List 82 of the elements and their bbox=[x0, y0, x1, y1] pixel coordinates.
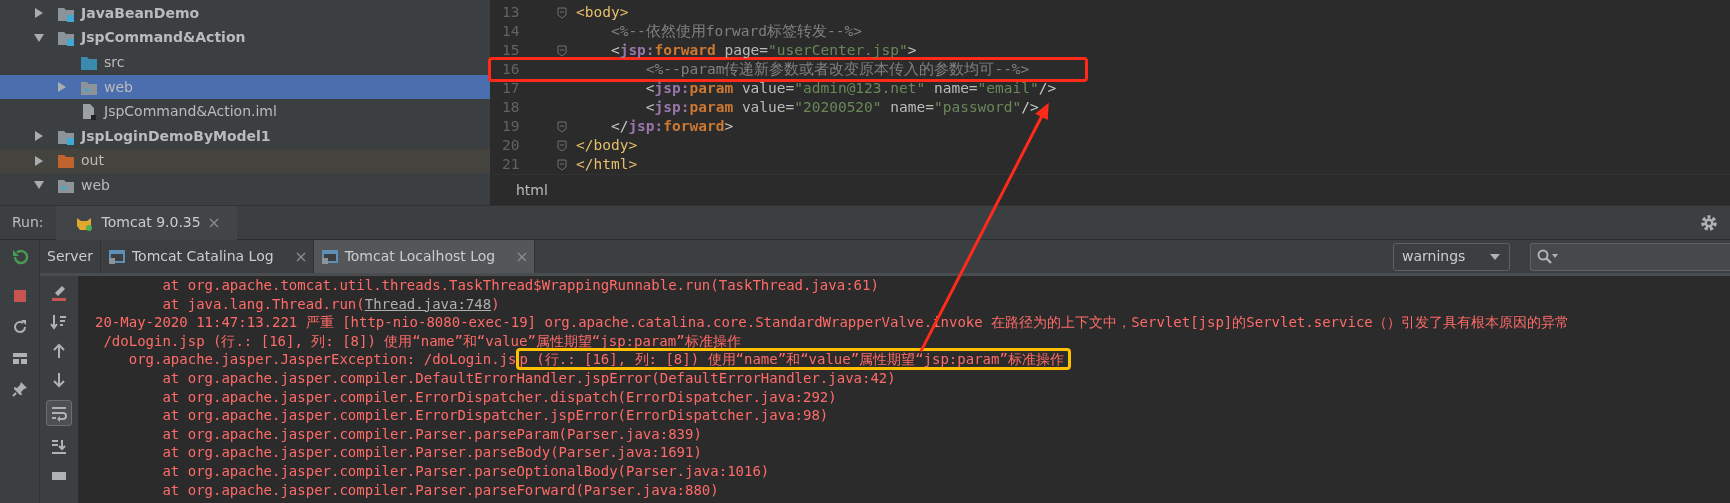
tree-label: JavaBeanDemo bbox=[81, 3, 200, 23]
tree-row[interactable]: JspCommand&Action bbox=[0, 25, 490, 51]
log-icon bbox=[107, 248, 126, 265]
tree-row[interactable]: out bbox=[0, 148, 490, 174]
highlighted-text: p (行.: [16], 列: [8]) 使用“name”和“value”属性期望“jsp:param”标准操作 bbox=[516, 348, 1071, 371]
brush-icon[interactable] bbox=[50, 284, 68, 302]
fold-icon[interactable] bbox=[556, 6, 568, 19]
line-number: 13 bbox=[501, 2, 521, 22]
tree-label: web bbox=[104, 77, 133, 97]
soft-wrap-toggle[interactable] bbox=[46, 400, 72, 426]
code-line: </body> bbox=[576, 135, 638, 155]
run-tab[interactable]: Tomcat 9.0.35 bbox=[55, 205, 237, 240]
tree-label: web bbox=[81, 175, 110, 195]
pin-icon[interactable] bbox=[10, 380, 29, 398]
wrap-icon bbox=[50, 404, 68, 422]
log-line: at org.apache.jasper.compiler.Parser.parseForward(Parser.java:880) bbox=[161, 480, 720, 500]
rerun-icon[interactable] bbox=[10, 248, 29, 266]
tree-row[interactable]: src bbox=[0, 50, 490, 75]
tree-label: JspCommand&Action bbox=[81, 28, 246, 48]
filter-dropdown[interactable]: warnings bbox=[1393, 242, 1510, 271]
line-number: 20 bbox=[501, 135, 521, 155]
line-number: 14 bbox=[501, 21, 521, 41]
line-number: 16 bbox=[501, 59, 521, 79]
code-line: <jsp:forward page="userCenter.jsp"> bbox=[609, 40, 917, 60]
tree-label: src bbox=[104, 53, 125, 72]
line-number: 18 bbox=[501, 97, 521, 117]
folder-icon bbox=[81, 54, 98, 71]
tree-row[interactable]: JspLoginDemoByModel1 bbox=[0, 123, 490, 149]
log-line: at org.apache.jasper.compiler.Parser.parseOptionalBody(Parser.java:1016) bbox=[161, 461, 771, 481]
log-line: at org.apache.jasper.compiler.Parser.parseParam(Parser.java:839) bbox=[161, 424, 703, 444]
line-number: 15 bbox=[501, 40, 521, 60]
log-line: at org.apache.jasper.compiler.DefaultErrorHandler.jspError(DefaultErrorHandler.java:42) bbox=[161, 368, 897, 388]
fold-icon[interactable] bbox=[556, 44, 568, 57]
line-number: 19 bbox=[501, 116, 521, 136]
tree-row[interactable]: web bbox=[0, 173, 490, 198]
log-icon bbox=[320, 248, 339, 265]
log-line: at org.apache.jasper.compiler.Parser.parseBody(Parser.java:1691) bbox=[161, 443, 703, 462]
log-line: at org.apache.jasper.compiler.ErrorDispatcher.jspError(ErrorDispatcher.java:98) bbox=[161, 406, 830, 425]
code-line: <%--依然使用forward标签转发--%> bbox=[609, 21, 862, 41]
breadcrumb[interactable]: html bbox=[516, 179, 548, 201]
log-tab[interactable]: Tomcat Catalina Log bbox=[100, 240, 314, 273]
search-icon bbox=[1537, 248, 1559, 265]
code-line: <jsp:param value="20200520" name="password"/> bbox=[644, 97, 1039, 117]
log-line: /doLogin.jsp (行.: [16], 列: [8]) 使用“name”和“value”属性期望“jsp:param”标准操作 bbox=[102, 331, 742, 351]
log-line: org.apache.jasper.JasperException: /doLogin.js p (行.: [16], 列: [8]) 使用“name”和“value”属性期望“jsp:param”标准操作 bbox=[95, 350, 1730, 369]
expand-arrow-icon[interactable] bbox=[33, 130, 45, 143]
settings-icon[interactable] bbox=[1700, 213, 1718, 232]
panel-label: Run: bbox=[11, 213, 45, 232]
code-line: <%--param传递新参数或者改变原本传入的参数均可--%> bbox=[644, 59, 1030, 79]
fold-icon[interactable] bbox=[556, 139, 568, 152]
log-tab[interactable]: Server bbox=[40, 240, 101, 273]
tree-label: out bbox=[81, 151, 104, 171]
sort-icon[interactable] bbox=[50, 313, 68, 331]
close-icon[interactable] bbox=[295, 251, 306, 262]
log-tab[interactable]: Tomcat Localhost Log bbox=[313, 240, 536, 273]
expand-arrow-icon[interactable] bbox=[33, 7, 45, 20]
log-line: at org.apache.tomcat.util.threads.TaskThread$WrappingRunnable.run(TaskThread.java:61) bbox=[161, 276, 880, 295]
code-line: </jsp:forward> bbox=[609, 116, 734, 136]
expand-arrow-icon[interactable] bbox=[33, 154, 45, 167]
search-field[interactable] bbox=[1530, 242, 1730, 271]
module-icon bbox=[58, 29, 75, 47]
line-number: 21 bbox=[501, 154, 521, 174]
scroll-end-icon[interactable] bbox=[50, 437, 68, 455]
code-line: <jsp:param value="admin@123.net" name="email"/> bbox=[644, 78, 1057, 98]
log-line: at java.lang.Thread.run(Thread.java:748) bbox=[161, 294, 501, 314]
down-arrow-icon[interactable] bbox=[50, 371, 68, 389]
close-icon[interactable] bbox=[208, 217, 219, 228]
file-icon bbox=[81, 103, 98, 121]
tree-label: JspCommand&Action.iml bbox=[104, 102, 277, 122]
log-line: at org.apache.jasper.compiler.ErrorDispatcher.dispatch(ErrorDispatcher.java:292) bbox=[161, 387, 838, 407]
tree-row[interactable]: JspCommand&Action.iml bbox=[0, 99, 490, 124]
code-line: <body> bbox=[576, 2, 629, 22]
tree-label: JspLoginDemoByModel1 bbox=[81, 126, 271, 146]
fold-icon[interactable] bbox=[556, 158, 568, 171]
line-number: 17 bbox=[501, 78, 521, 98]
folder-icon bbox=[58, 152, 75, 170]
fold-icon[interactable] bbox=[556, 120, 568, 133]
collapse-arrow-icon[interactable] bbox=[33, 31, 45, 44]
caret-icon bbox=[1489, 252, 1501, 261]
log-link[interactable]: Thread.java:748 bbox=[364, 295, 492, 312]
tree-row[interactable]: JavaBeanDemo bbox=[0, 1, 490, 26]
code-line: </html> bbox=[576, 154, 638, 174]
